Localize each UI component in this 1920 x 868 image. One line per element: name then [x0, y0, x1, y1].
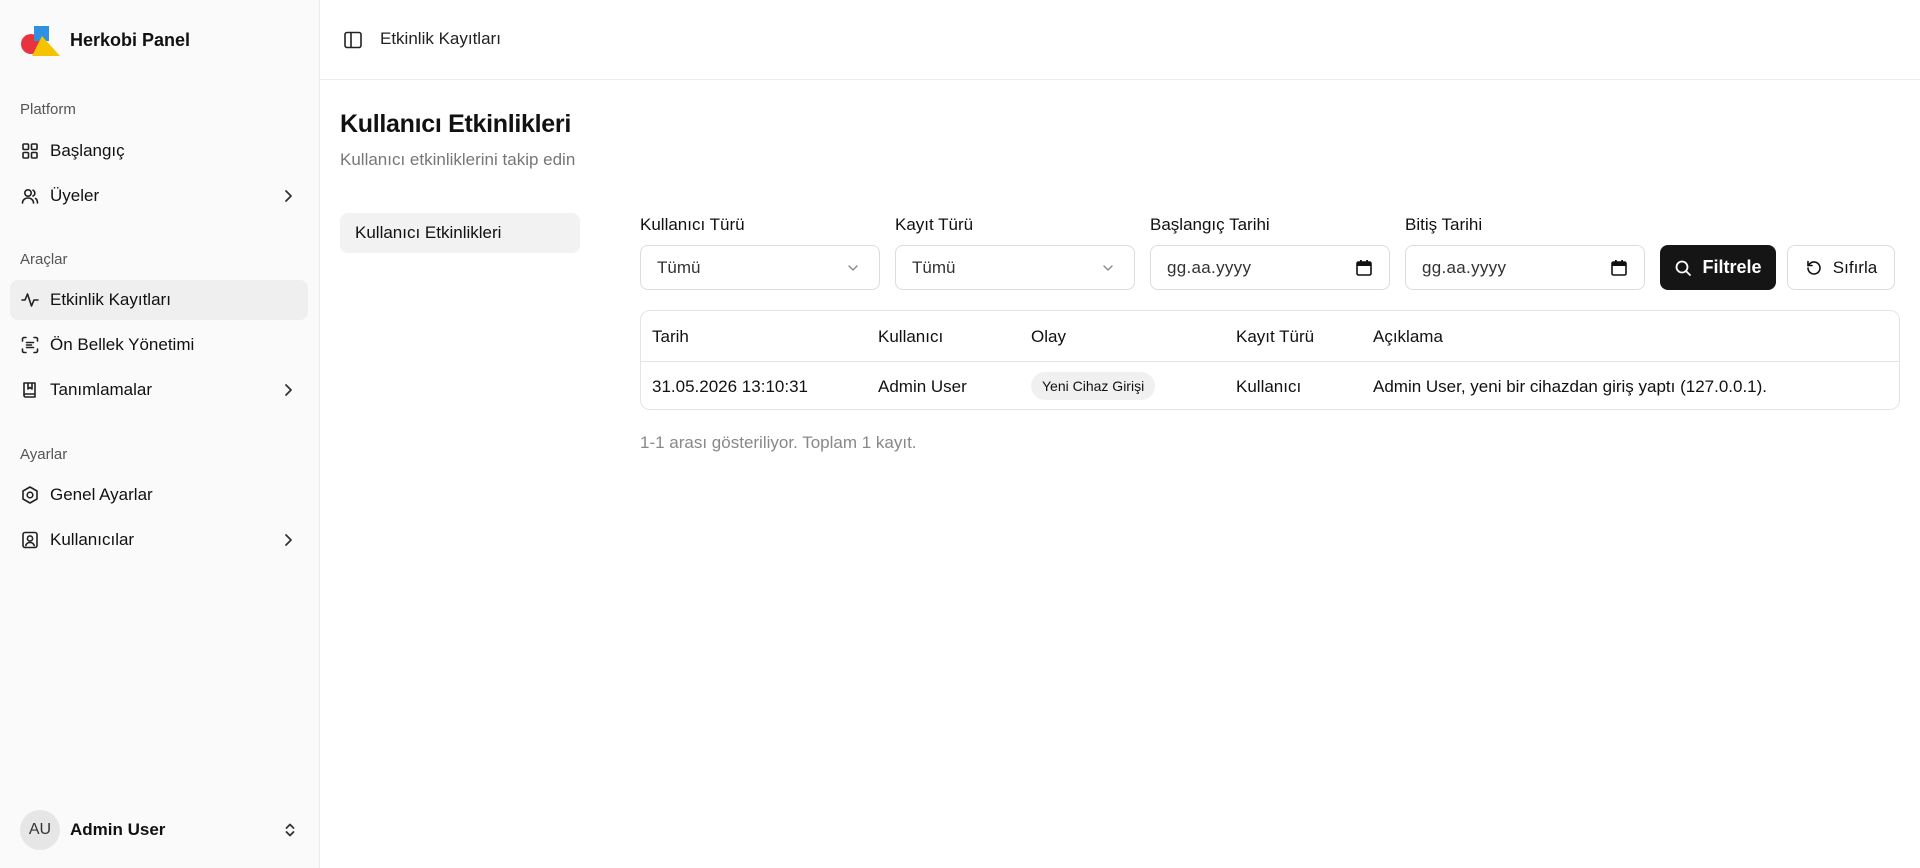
- start-date-placeholder: gg.aa.yyyy: [1167, 257, 1252, 277]
- avatar: AU: [20, 810, 60, 850]
- filter-button[interactable]: Filtrele: [1660, 245, 1776, 290]
- end-date-input[interactable]: gg.aa.yyyy: [1405, 245, 1645, 290]
- sidebar-item-on-bellek-yonetimi[interactable]: Ön Bellek Yönetimi: [10, 325, 308, 365]
- activity-table: Tarih Kullanıcı Olay Kayıt Türü Açıklama…: [640, 310, 1900, 410]
- cell-user: Admin User: [878, 377, 967, 396]
- end-date-placeholder: gg.aa.yyyy: [1422, 257, 1507, 277]
- app-logo: [20, 24, 60, 56]
- chevron-right-icon: [278, 380, 298, 400]
- log-type-label: Kayıt Türü: [895, 215, 974, 234]
- cell-date: 31.05.2026 13:10:31: [652, 377, 808, 396]
- user-type-value: Tümü: [657, 257, 701, 277]
- filter-button-label: Filtrele: [1702, 257, 1762, 277]
- chevron-down-icon: [1100, 260, 1116, 276]
- table-row[interactable]: 31.05.2026 13:10:31 Admin User Yeni Ciha…: [641, 362, 1899, 409]
- chevron-right-icon: [278, 186, 298, 206]
- sidebar-toggle-icon[interactable]: [342, 29, 364, 51]
- sidebar-item-label: Ön Bellek Yönetimi: [50, 335, 195, 354]
- group-label-platform: Platform: [20, 101, 76, 118]
- sidebar-item-tanimlamalar[interactable]: Tanımlamalar: [10, 370, 308, 410]
- column-header-kayit-turu: Kayıt Türü: [1236, 327, 1315, 346]
- sidebar-item-label: Üyeler: [50, 186, 100, 205]
- sidebar-item-label: Genel Ayarlar: [50, 485, 153, 504]
- app-name: Herkobi Panel: [70, 29, 191, 50]
- reset-button[interactable]: Sıfırla: [1787, 245, 1895, 290]
- start-date-input[interactable]: gg.aa.yyyy: [1150, 245, 1390, 290]
- group-label-ayarlar: Ayarlar: [20, 446, 68, 463]
- sidebar-item-genel-ayarlar[interactable]: Genel Ayarlar: [10, 475, 308, 515]
- search-icon: [1676, 260, 1692, 276]
- user-name: Admin User: [70, 820, 166, 839]
- user-type-select[interactable]: Tümü: [640, 245, 880, 290]
- sidebar-item-label: Kullanıcılar: [50, 530, 135, 549]
- users-icon: [20, 186, 40, 206]
- user-menu[interactable]: AU Admin User: [20, 810, 300, 850]
- event-badge: Yeni Cihaz Girişi: [1031, 372, 1156, 400]
- end-date-label: Bitiş Tarihi: [1405, 215, 1483, 234]
- log-type-value: Tümü: [912, 257, 956, 277]
- cell-log-type: Kullanıcı: [1236, 377, 1302, 396]
- breadcrumb: Etkinlik Kayıtları: [380, 29, 501, 48]
- sidebar-item-label: Tanımlamalar: [50, 380, 153, 399]
- rotate-ccw-icon: [1806, 260, 1821, 275]
- column-header-tarih: Tarih: [652, 327, 689, 346]
- sidebar-item-kullanicilar[interactable]: Kullanıcılar: [10, 520, 308, 560]
- grid-icon: [20, 141, 40, 161]
- group-label-araclar: Araçlar: [20, 251, 68, 268]
- chevrons-up-down-icon: [280, 820, 300, 840]
- subnav-item-kullanici-etkinlikleri[interactable]: Kullanıcı Etkinlikleri: [340, 213, 580, 253]
- column-header-aciklama: Açıklama: [1373, 327, 1443, 346]
- calendar-icon[interactable]: [1610, 259, 1628, 277]
- sidebar-item-etkinlik-kayitlari[interactable]: Etkinlik Kayıtları: [10, 280, 308, 320]
- table-header: Tarih Kullanıcı Olay Kayıt Türü Açıklama: [641, 311, 1899, 362]
- chevron-right-icon: [278, 530, 298, 550]
- scan-text-icon: [20, 335, 40, 355]
- user-type-label: Kullanıcı Türü: [640, 215, 745, 234]
- sidebar-item-uyeler[interactable]: Üyeler: [10, 176, 308, 216]
- activity-icon: [20, 290, 40, 310]
- book-icon: [20, 380, 40, 400]
- sidebar: Herkobi Panel Platform Başlangıç Üyeler …: [0, 0, 320, 868]
- calendar-icon[interactable]: [1355, 259, 1373, 277]
- page-subtitle: Kullanıcı etkinliklerini takip edin: [340, 150, 576, 169]
- pagination-summary: 1-1 arası gösteriliyor. Toplam 1 kayıt.: [640, 433, 917, 452]
- sidebar-item-label: Başlangıç: [50, 141, 125, 160]
- page-title: Kullanıcı Etkinlikleri: [340, 110, 571, 138]
- brand[interactable]: Herkobi Panel: [20, 24, 190, 56]
- log-type-select[interactable]: Tümü: [895, 245, 1135, 290]
- contact-icon: [20, 530, 40, 550]
- sidebar-item-baslangic[interactable]: Başlangıç: [10, 131, 308, 171]
- reset-button-label: Sıfırla: [1832, 257, 1878, 277]
- column-header-kullanici: Kullanıcı: [878, 327, 944, 346]
- chevron-down-icon: [845, 260, 861, 276]
- sidebar-item-label: Etkinlik Kayıtları: [50, 290, 171, 309]
- topbar: Etkinlik Kayıtları: [320, 0, 1920, 80]
- cell-description: Admin User, yeni bir cihazdan giriş yapt…: [1373, 377, 1768, 396]
- start-date-label: Başlangıç Tarihi: [1150, 215, 1270, 234]
- column-header-olay: Olay: [1031, 327, 1066, 346]
- hexagon-settings-icon: [20, 485, 40, 505]
